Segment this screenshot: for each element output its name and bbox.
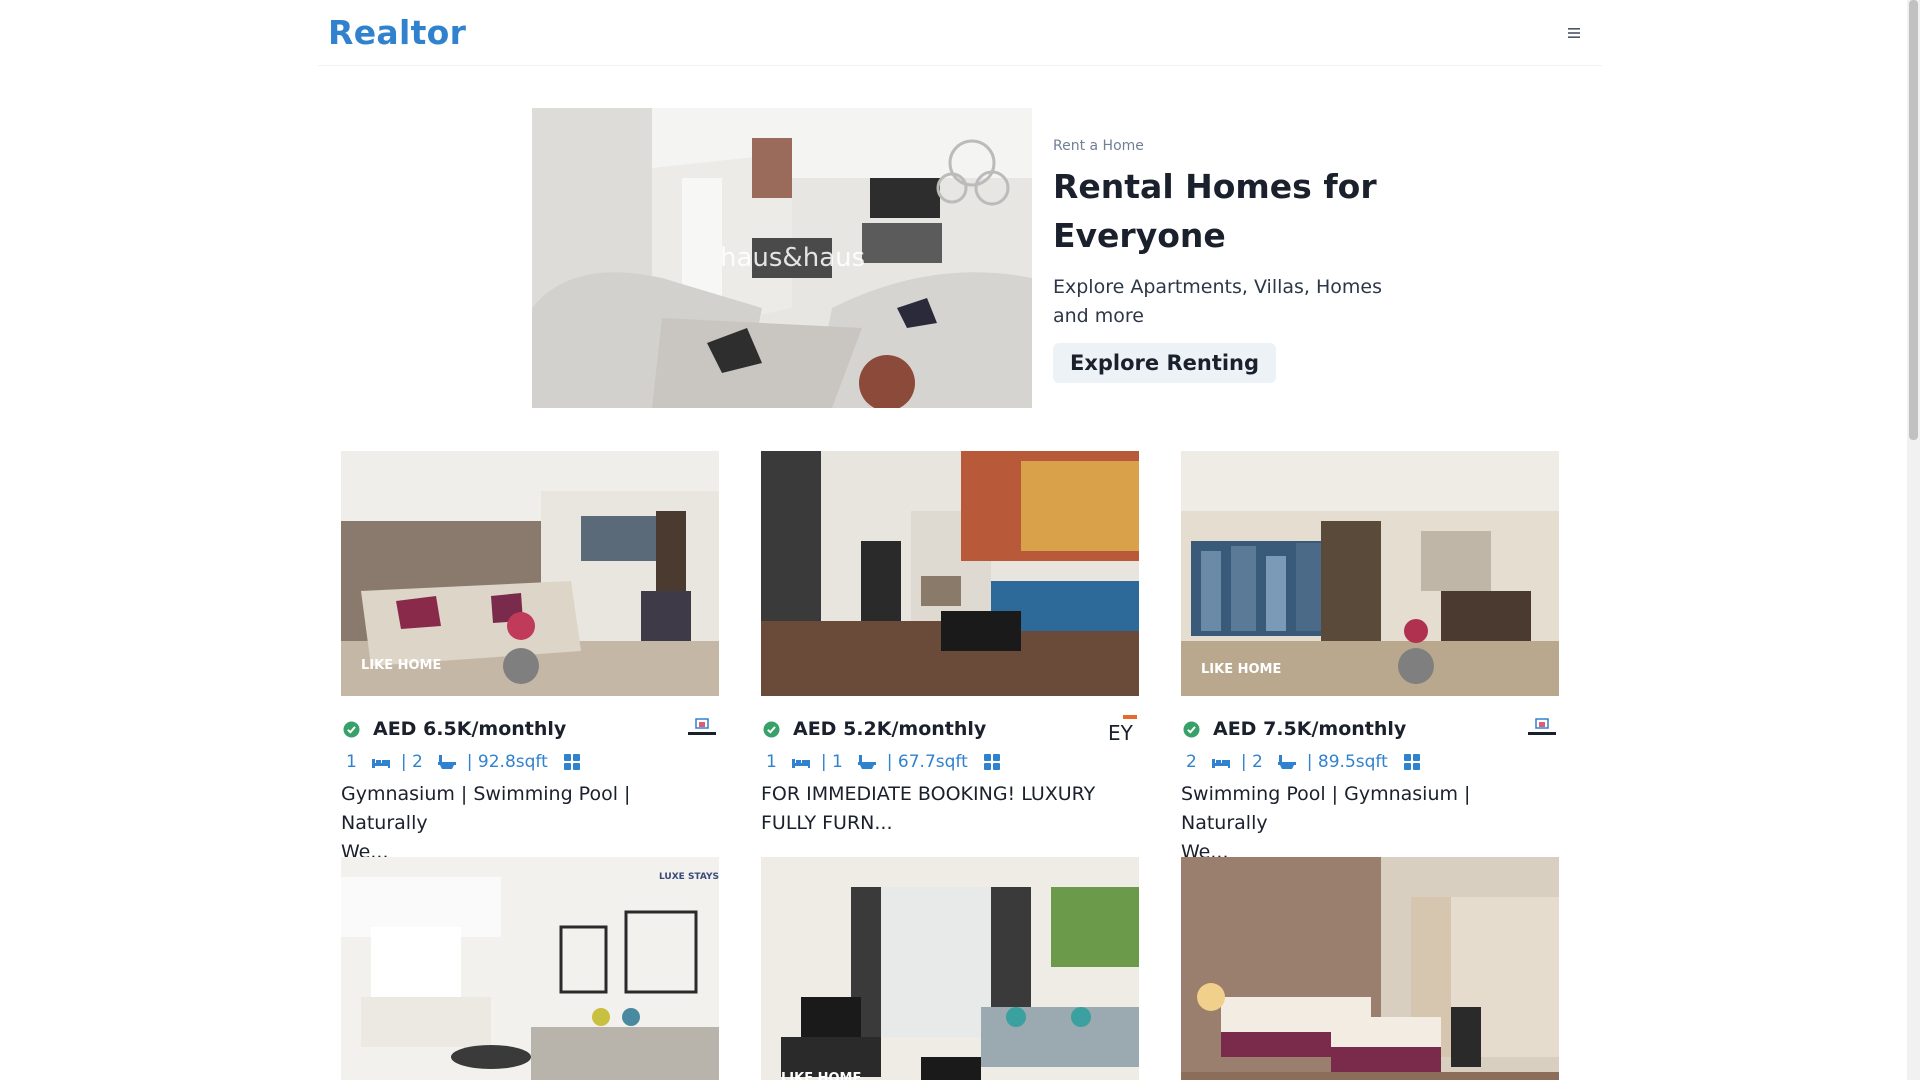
listing-card[interactable]: LIKE HOME AED 7.5K/monthly 2 | 2 | 89.5s… (1181, 451, 1559, 863)
listing-image (1181, 857, 1559, 1080)
listing-title-line1: Swimming Pool | Gymnasium | Naturally (1181, 783, 1471, 834)
listing-title: FOR IMMEDIATE BOOKING! LUXURY FULLY FURN… (761, 780, 1139, 838)
rooms-count: 1 (766, 752, 777, 772)
listing-watermark: LIKE HOME (361, 658, 441, 673)
scrollbar[interactable] (1907, 0, 1920, 1080)
explore-renting-button[interactable]: Explore Renting (1053, 343, 1277, 383)
agency-logo-text: EY (1108, 721, 1134, 744)
listings-grid: LIKE HOME AED 6.5K/monthly 1 | 2 | 92.8s… (341, 451, 1561, 1080)
listing-card[interactable]: LIKE HOME AED 6.5K/monthly 1 | 2 | 92.8s… (341, 451, 719, 863)
listing-image: LIKE HOME (1181, 451, 1559, 696)
listing-card[interactable]: LIKE HOME (761, 857, 1139, 1080)
verified-check-icon (763, 721, 780, 737)
listing-title-line2: FULLY FURN... (761, 812, 893, 834)
listing-title-line1: Gymnasium | Swimming Pool | Naturally (341, 783, 631, 834)
hamburger-menu-button[interactable] (1556, 15, 1592, 51)
hero-description-line1: Explore Apartments, Villas, Homes (1053, 276, 1383, 298)
hero-eyebrow: Rent a Home (1053, 138, 1144, 154)
navbar: Realtor (318, 0, 1602, 66)
verified-check-icon (1183, 721, 1200, 737)
hero-banner: haus&haus Rent a Home Rental Homes for E… (532, 108, 1392, 408)
area-size: | 92.8sqft (466, 752, 548, 772)
bath-icon (857, 755, 876, 769)
bed-icon (791, 759, 810, 768)
scrollbar-thumb[interactable] (1909, 0, 1918, 440)
area-size: | 67.7sqft (886, 752, 968, 772)
rooms-count: 2 (1186, 752, 1197, 772)
hero-title: Rental Homes for Everyone (1053, 162, 1392, 260)
bath-icon (1277, 755, 1296, 769)
listing-price: AED 7.5K/monthly (1213, 718, 1407, 740)
bed-icon (1211, 759, 1230, 768)
agency-logo: EY (1105, 714, 1139, 744)
listing-image: LIKE HOME (761, 857, 1139, 1080)
listing-specs: 1 | 2 | 92.8sqft (341, 750, 719, 774)
grid-icon (1403, 754, 1420, 770)
listing-title: Swimming Pool | Gymnasium | Naturally We… (1181, 780, 1559, 867)
listing-image: LUXE STAYS (341, 857, 719, 1080)
bath-icon (437, 755, 456, 769)
listing-specs: 2 | 2 | 89.5sqft (1181, 750, 1559, 774)
hero-image: haus&haus (532, 108, 1032, 408)
listing-watermark: LUXE STAYS (659, 872, 719, 882)
listing-card[interactable]: LUXE STAYS (341, 857, 719, 1080)
listing-watermark: LIKE HOME (1201, 662, 1281, 677)
listing-title-line1: FOR IMMEDIATE BOOKING! LUXURY (761, 783, 1096, 805)
listing-price: AED 5.2K/monthly (793, 718, 987, 740)
listing-title: Gymnasium | Swimming Pool | Naturally We… (341, 780, 719, 867)
listing-watermark: LIKE HOME (781, 1071, 861, 1080)
hamburger-icon (1568, 27, 1580, 38)
baths-count: | 1 (820, 752, 843, 772)
hero-title-line1: Rental Homes for (1053, 167, 1377, 206)
agency-logo (685, 714, 719, 744)
hero-watermark: haus&haus (720, 243, 865, 273)
baths-count: | 2 (400, 752, 423, 772)
hero-text: Rent a Home Rental Homes for Everyone Ex… (1032, 108, 1392, 408)
area-size: | 89.5sqft (1306, 752, 1388, 772)
grid-icon (563, 754, 580, 770)
hero-description-line2: and more (1053, 305, 1145, 327)
listing-specs: 1 | 1 | 67.7sqft (761, 750, 1139, 774)
agency-logo (1525, 714, 1559, 744)
baths-count: | 2 (1240, 752, 1263, 772)
listing-card[interactable] (1181, 857, 1559, 1080)
listing-image (761, 451, 1139, 696)
listing-price: AED 6.5K/monthly (373, 718, 567, 740)
hero-description: Explore Apartments, Villas, Homes and mo… (1053, 273, 1392, 331)
logo-link[interactable]: Realtor (328, 13, 466, 52)
hero-title-line2: Everyone (1053, 216, 1226, 255)
grid-icon (983, 754, 1000, 770)
verified-check-icon (343, 721, 360, 737)
rooms-count: 1 (346, 752, 357, 772)
listing-image: LIKE HOME (341, 451, 719, 696)
bed-icon (371, 759, 390, 768)
listing-card[interactable]: AED 5.2K/monthly EY 1 | 1 | 67.7sqft FOR… (761, 451, 1139, 857)
